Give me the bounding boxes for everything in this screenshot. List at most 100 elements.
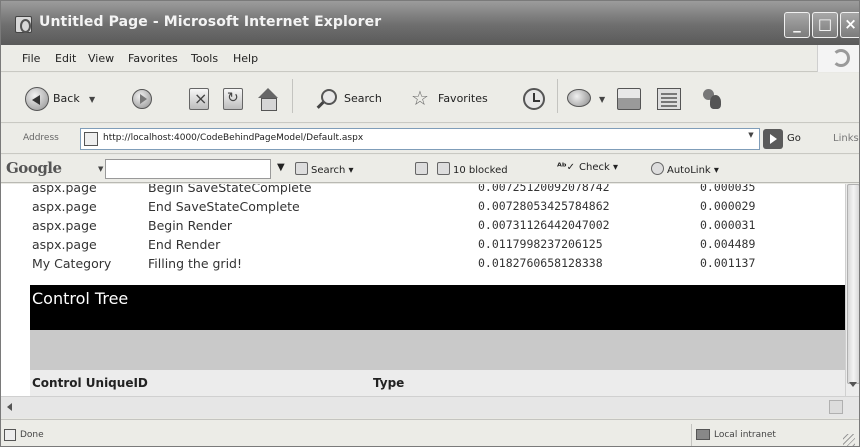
status-text: Done bbox=[20, 430, 44, 440]
favorites-button[interactable]: ☆ Favorites bbox=[411, 87, 507, 111]
resize-grip-icon[interactable] bbox=[843, 434, 855, 446]
address-dropdown-icon[interactable]: ▼ bbox=[743, 128, 759, 142]
blocked-label: 10 blocked bbox=[453, 165, 508, 176]
autolink-label: AutoLink bbox=[667, 165, 711, 176]
edit-button[interactable] bbox=[657, 87, 685, 111]
trace-category: aspx.page bbox=[32, 218, 97, 233]
trace-category: aspx.page bbox=[32, 237, 97, 252]
address-url[interactable]: http://localhost:4000/CodeBehindPageMode… bbox=[103, 133, 363, 143]
google-dropdown-icon[interactable]: ▼ bbox=[277, 162, 285, 173]
scroll-left-arrow-icon[interactable] bbox=[7, 403, 12, 411]
trace-row: aspx.page End SaveStateComplete 0.007280… bbox=[1, 197, 845, 216]
trace-message: Filling the grid! bbox=[148, 256, 242, 271]
autolink-button[interactable]: AutoLink ▾ bbox=[651, 162, 719, 176]
status-divider bbox=[691, 424, 692, 446]
google-toolbar: Google ▼ ▼ Search ▾ 10 blocked ᴬᵇ✓ Check … bbox=[1, 155, 859, 183]
edit-icon bbox=[657, 88, 681, 110]
menu-file[interactable]: File bbox=[22, 52, 40, 65]
spellcheck-icon: ᴬᵇ✓ bbox=[557, 162, 576, 173]
close-button[interactable]: × bbox=[840, 12, 859, 38]
search-label: Search bbox=[344, 92, 382, 105]
search-button[interactable]: Search bbox=[317, 87, 397, 111]
control-tree-header: Control Tree bbox=[30, 285, 845, 330]
spell-check-button[interactable]: ᴬᵇ✓ Check ▾ bbox=[557, 162, 618, 173]
stop-icon bbox=[189, 88, 209, 110]
mail-button[interactable]: ▼ bbox=[567, 87, 613, 111]
intranet-zone-icon bbox=[696, 429, 710, 440]
messenger-button[interactable] bbox=[701, 87, 729, 111]
minimize-button[interactable]: _ bbox=[784, 12, 810, 38]
forward-button[interactable] bbox=[132, 87, 156, 111]
stop-button[interactable] bbox=[189, 87, 211, 111]
title-bar[interactable]: Untitled Page - Microsoft Internet Explo… bbox=[1, 1, 859, 45]
ie-icon bbox=[15, 16, 32, 33]
trace-from-last: 0.004489 bbox=[700, 237, 756, 251]
home-button[interactable] bbox=[257, 87, 281, 111]
trace-row: aspx.page Begin SaveStateComplete 0.0072… bbox=[1, 184, 845, 197]
toolbar-divider bbox=[557, 79, 558, 113]
browser-window: Untitled Page - Microsoft Internet Explo… bbox=[0, 0, 860, 447]
favorites-star-icon: ☆ bbox=[411, 86, 429, 110]
refresh-button[interactable] bbox=[223, 87, 245, 111]
column-header-unique-id: Control UniqueID bbox=[32, 376, 148, 390]
address-bar: Address http://localhost:4000/CodeBehind… bbox=[1, 124, 859, 154]
address-input[interactable]: http://localhost:4000/CodeBehindPageMode… bbox=[80, 128, 760, 150]
throbber-icon bbox=[817, 45, 859, 72]
go-button[interactable]: Go bbox=[787, 133, 801, 144]
search-icon bbox=[317, 89, 337, 109]
security-zone-label: Local intranet bbox=[714, 430, 776, 440]
window-title: Untitled Page - Microsoft Internet Explo… bbox=[39, 14, 382, 30]
history-button[interactable] bbox=[523, 87, 549, 111]
trace-from-first: 0.00731126442047002 bbox=[478, 218, 610, 232]
menu-help[interactable]: Help bbox=[233, 52, 258, 65]
links-button[interactable]: Links bbox=[833, 133, 859, 144]
menu-tools[interactable]: Tools bbox=[191, 52, 218, 65]
trace-row: aspx.page End Render 0.0117998237206125 … bbox=[1, 235, 845, 254]
back-label: Back bbox=[53, 92, 80, 105]
popup-blocker-button[interactable]: 10 blocked bbox=[437, 162, 508, 176]
print-button[interactable] bbox=[617, 87, 645, 111]
scrollbar-thumb[interactable] bbox=[847, 184, 859, 384]
google-logo[interactable]: Google bbox=[6, 159, 62, 177]
page-content: aspx.page Begin SaveStateComplete 0.0072… bbox=[1, 184, 845, 396]
print-icon bbox=[617, 88, 641, 110]
menu-favorites[interactable]: Favorites bbox=[128, 52, 178, 65]
google-pagerank-button[interactable] bbox=[415, 162, 431, 176]
trace-from-last: 0.000031 bbox=[700, 218, 756, 232]
pagerank-icon bbox=[415, 162, 428, 175]
autolink-icon bbox=[651, 162, 664, 175]
chevron-down-icon[interactable]: ▼ bbox=[599, 95, 605, 104]
refresh-icon bbox=[223, 88, 243, 110]
scrollbar-corner bbox=[829, 400, 843, 414]
google-search-input[interactable] bbox=[105, 159, 271, 179]
mail-icon bbox=[567, 89, 591, 107]
maximize-button[interactable]: □ bbox=[812, 12, 838, 38]
trace-from-first: 0.00728053425784862 bbox=[478, 199, 610, 213]
toolbar-divider bbox=[292, 79, 293, 113]
menu-view[interactable]: View bbox=[88, 52, 114, 65]
page-icon bbox=[84, 132, 98, 146]
trace-category: aspx.page bbox=[32, 199, 97, 214]
trace-from-last: 0.001137 bbox=[700, 256, 756, 270]
trace-message: End Render bbox=[148, 237, 221, 252]
standard-toolbar: Back ▼ Search ☆ Favorites ▼ bbox=[1, 73, 859, 123]
control-tree-title: Control Tree bbox=[32, 289, 129, 308]
chevron-down-icon[interactable]: ▼ bbox=[98, 165, 103, 173]
page-icon bbox=[4, 429, 16, 441]
address-label: Address bbox=[23, 133, 59, 143]
chevron-down-icon[interactable]: ▼ bbox=[89, 95, 95, 104]
trace-from-last: 0.000035 bbox=[700, 184, 756, 194]
check-label: Check bbox=[579, 162, 610, 173]
control-tree-column-headers: Control UniqueID Type bbox=[30, 370, 845, 396]
go-icon[interactable] bbox=[763, 129, 783, 149]
scroll-down-arrow-icon[interactable] bbox=[849, 382, 857, 387]
google-search-button[interactable]: Search ▾ bbox=[295, 162, 354, 176]
forward-arrow-icon bbox=[132, 89, 152, 109]
vertical-scrollbar[interactable] bbox=[845, 184, 859, 396]
menu-edit[interactable]: Edit bbox=[55, 52, 76, 65]
trace-category: aspx.page bbox=[32, 184, 97, 195]
trace-message: End SaveStateComplete bbox=[148, 199, 300, 214]
back-button[interactable]: Back ▼ bbox=[25, 87, 105, 111]
horizontal-scrollbar[interactable] bbox=[1, 396, 859, 418]
trace-from-first: 0.0182760658128338 bbox=[478, 256, 603, 270]
